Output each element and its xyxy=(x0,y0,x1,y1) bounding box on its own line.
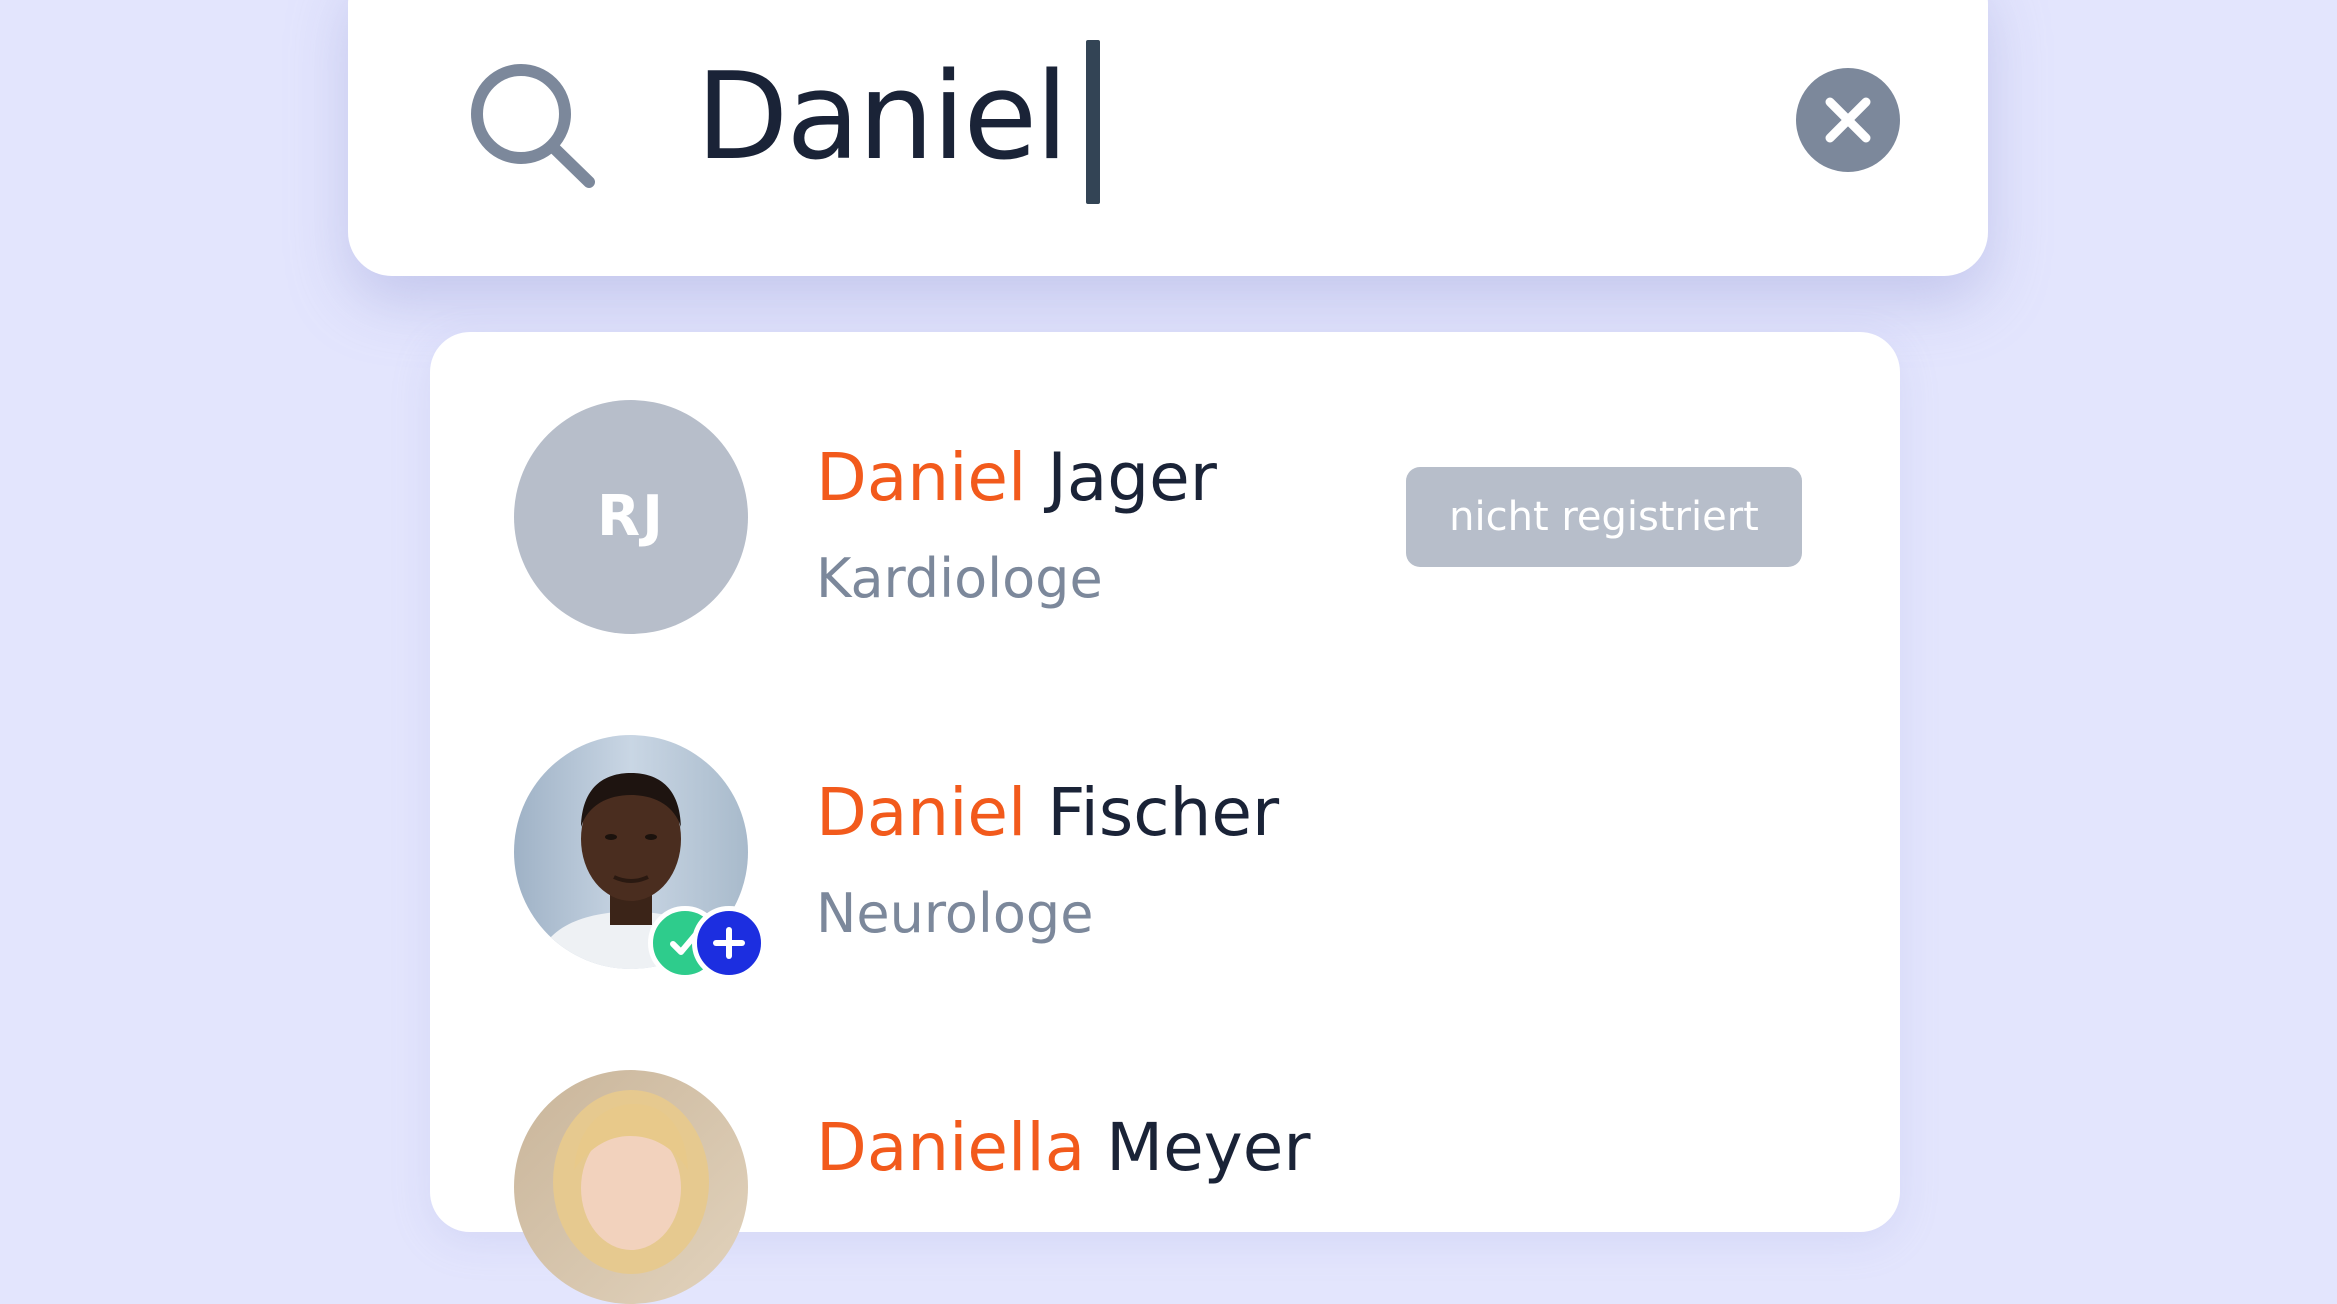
name-rest: Fischer xyxy=(1026,774,1280,851)
text-caret xyxy=(1086,40,1100,204)
search-input[interactable]: Daniel xyxy=(696,48,1068,188)
avatar-initials: RJ xyxy=(514,400,748,634)
add-contact-button[interactable] xyxy=(692,906,766,980)
result-item[interactable]: RJ Daniel Jager Kardiologe nicht registr… xyxy=(430,332,1900,634)
contact-specialty: Neurologe xyxy=(816,882,1094,945)
contact-specialty: Kardiologe xyxy=(816,547,1103,610)
result-item[interactable]: Daniella Meyer xyxy=(430,1002,1900,1304)
status-badge: nicht registriert xyxy=(1406,467,1802,567)
name-rest: Jager xyxy=(1026,439,1217,516)
avatar-photo xyxy=(514,1070,748,1304)
result-item[interactable]: Daniel Fischer Neurologe xyxy=(430,667,1900,980)
avatar-photo-image xyxy=(514,1070,748,1304)
name-match-highlight: Daniel xyxy=(816,439,1027,516)
search-results-list: RJ Daniel Jager Kardiologe nicht registr… xyxy=(430,332,1900,1304)
close-icon xyxy=(1825,97,1871,143)
name-match-highlight: Daniella xyxy=(816,1109,1086,1186)
clear-search-button[interactable] xyxy=(1796,68,1900,172)
contact-name: Daniella Meyer xyxy=(816,1106,1310,1190)
plus-icon xyxy=(713,927,745,959)
search-icon xyxy=(471,64,595,188)
name-rest: Meyer xyxy=(1085,1109,1311,1186)
contact-name: Daniel Jager xyxy=(816,436,1217,520)
contact-name: Daniel Fischer xyxy=(816,771,1279,855)
name-match-highlight: Daniel xyxy=(816,774,1027,851)
